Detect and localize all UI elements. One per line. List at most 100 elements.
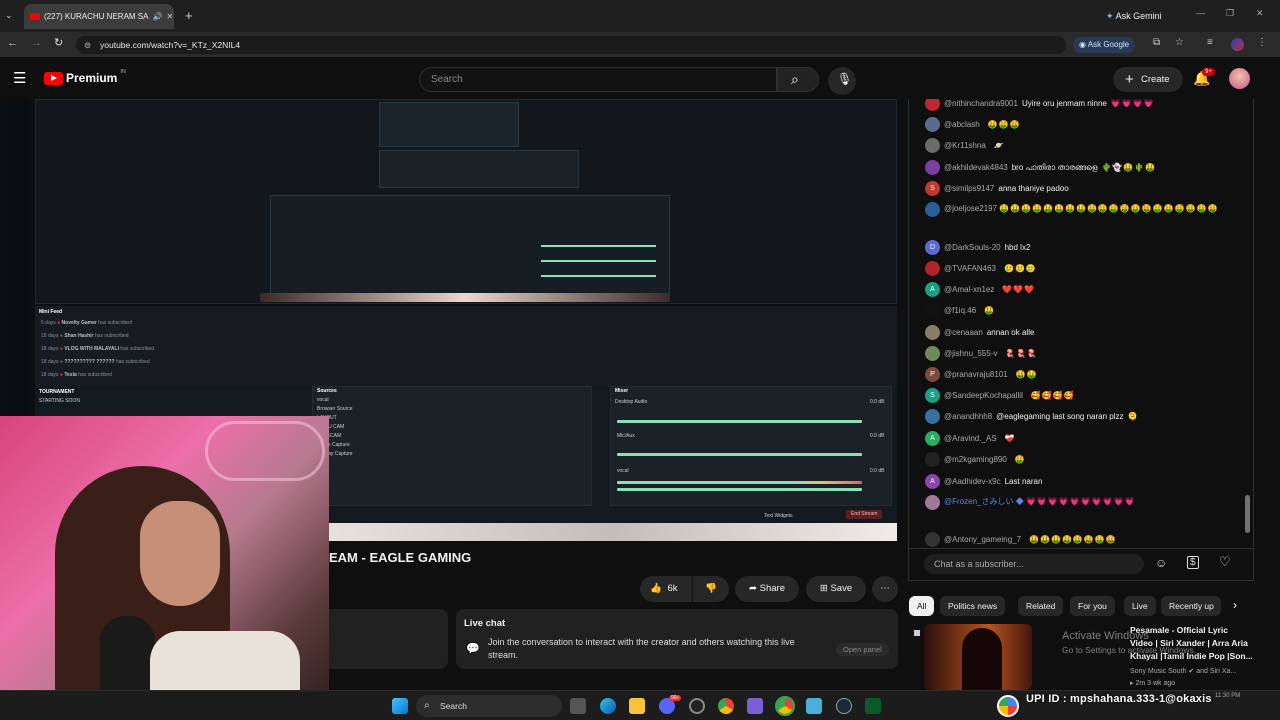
chips-next-icon[interactable]: › xyxy=(1233,598,1237,612)
browser-tab[interactable]: (227) KURACHU NERAM SA 🔊 ✕ xyxy=(24,4,174,29)
author-avatar xyxy=(925,261,940,276)
app-icon[interactable] xyxy=(689,698,705,714)
author-name[interactable]: @SandeepKochapallil xyxy=(944,391,1023,400)
message-emoji: 💗💗💗💗 xyxy=(1110,99,1155,108)
ask-google-button[interactable]: ◉ Ask Google xyxy=(1073,37,1136,53)
message-emoji: 🤑 xyxy=(984,306,996,315)
author-name[interactable]: @anandhhh8 xyxy=(944,412,992,421)
chip-recently-uploaded[interactable]: Recently up xyxy=(1161,596,1221,616)
reload-icon[interactable]: ↻ xyxy=(54,36,63,49)
chat-input[interactable]: Chat as a subscriber... xyxy=(924,554,1144,574)
recommended-title[interactable]: Pesamale - Official Lyric Video | Siri X… xyxy=(1130,624,1260,663)
chip-politics-news[interactable]: Politics news xyxy=(940,596,1006,616)
windows-start-icon[interactable] xyxy=(392,698,408,714)
tab-close-icon[interactable]: ✕ xyxy=(166,12,173,21)
live-chat-list[interactable]: @nithinchandra9001 Uyire oru jenmam ninn… xyxy=(908,99,1254,549)
chat-scrollbar[interactable] xyxy=(1245,495,1250,533)
url-text: youtube.com/watch?v=_KTz_X2NIL4 xyxy=(100,40,241,50)
chrome-icon[interactable] xyxy=(718,698,734,714)
author-name[interactable]: @Aravind._AS xyxy=(944,434,997,443)
edge-icon[interactable] xyxy=(600,698,616,714)
extensions-icon[interactable]: ≡ xyxy=(1207,37,1213,48)
author-name[interactable]: @joeljose2197 xyxy=(944,204,997,213)
author-name[interactable]: @TVAFAN463 xyxy=(944,264,996,273)
author-name[interactable]: @akhildevak4843 xyxy=(944,163,1008,172)
maximize-icon[interactable]: ❐ xyxy=(1226,8,1234,19)
youtube-play-icon xyxy=(44,71,63,85)
save-button[interactable]: ⊞ Save xyxy=(806,576,866,602)
profile-avatar[interactable] xyxy=(1231,38,1244,51)
file-explorer-icon[interactable] xyxy=(629,698,645,714)
recommended-thumbnail[interactable] xyxy=(924,624,1032,690)
verified-icon: ✔ xyxy=(1188,668,1195,675)
steam-icon[interactable] xyxy=(836,698,852,714)
search-input[interactable]: Search xyxy=(419,67,777,92)
author-avatar xyxy=(925,495,940,510)
author-name[interactable]: @abclash xyxy=(944,120,980,129)
create-button[interactable]: + Create xyxy=(1113,67,1183,92)
mixer-channel-name: Mic/Aux xyxy=(617,433,635,439)
back-icon[interactable]: ← xyxy=(7,37,18,49)
author-avatar: S xyxy=(925,181,940,196)
author-name[interactable]: @Antony_gameing_7 xyxy=(944,535,1021,544)
chat-input-bar: Chat as a subscriber... ☺ $ ♡ xyxy=(908,549,1254,581)
emoji-icon[interactable]: ☺ xyxy=(1155,556,1167,570)
author-name[interactable]: @jishnu_555-v xyxy=(944,349,997,358)
search-button[interactable]: ⌕ xyxy=(777,67,819,92)
author-name[interactable]: @Amal-xn1ez xyxy=(944,285,994,294)
bookmark-star-icon[interactable]: ☆ xyxy=(1175,37,1184,48)
more-actions-button[interactable]: ⋯ xyxy=(872,576,898,602)
url-field[interactable]: ⊜ youtube.com/watch?v=_KTz_X2NIL4 xyxy=(76,36,1066,54)
author-name[interactable]: @Aadhidev-x9c xyxy=(944,477,1001,486)
author-name[interactable]: @Kr11shna xyxy=(944,141,986,150)
chrome-profile-icon[interactable] xyxy=(775,696,795,716)
share-button[interactable]: ➦ Share xyxy=(735,576,799,602)
live-indicator-icon: ▸ xyxy=(1130,680,1134,687)
notepad-icon[interactable] xyxy=(806,698,822,714)
open-panel-button[interactable]: Open panel xyxy=(836,643,889,656)
obs-preview-panel xyxy=(35,99,897,304)
author-name[interactable]: @DarkSouls-20 xyxy=(944,243,1001,252)
install-icon[interactable]: ⧉ xyxy=(1153,37,1160,48)
browser-menu-icon[interactable]: ⋮ xyxy=(1257,37,1267,48)
app-icon[interactable] xyxy=(865,698,881,714)
minimize-icon[interactable]: — xyxy=(1196,8,1205,18)
hamburger-menu-icon[interactable]: ☰ xyxy=(13,69,26,87)
user-avatar[interactable] xyxy=(1229,68,1250,89)
author-name[interactable]: @cenaaan xyxy=(944,328,983,337)
chip-for-you[interactable]: For you xyxy=(1070,596,1115,616)
new-tab-icon[interactable]: + xyxy=(185,8,193,23)
save-label: Save xyxy=(830,583,853,594)
region-label: IN xyxy=(120,69,126,75)
audio-icon[interactable]: 🔊 xyxy=(152,12,162,21)
heart-icon[interactable]: ♡ xyxy=(1219,554,1231,570)
chip-related[interactable]: Related xyxy=(1018,596,1064,616)
close-window-icon[interactable]: ✕ xyxy=(1256,8,1264,19)
nested-meter-c xyxy=(541,275,656,277)
ask-google-label: Ask Google xyxy=(1087,40,1130,49)
description-box[interactable] xyxy=(329,609,448,669)
task-view-icon[interactable] xyxy=(570,698,586,714)
app-icon[interactable] xyxy=(747,698,763,714)
author-name[interactable]: @f1iq.46 xyxy=(944,306,976,315)
voice-search-button[interactable]: 🎙 xyxy=(828,67,856,95)
author-name[interactable]: @Frozen_さみしい xyxy=(944,497,1013,506)
chip-live[interactable]: Live xyxy=(1124,596,1156,616)
youtube-logo[interactable]: Premium IN xyxy=(44,69,126,85)
chip-all[interactable]: All xyxy=(909,596,935,616)
tab-search-icon[interactable]: ⌄ xyxy=(5,10,17,22)
author-name[interactable]: @m2kgaming890 xyxy=(944,455,1007,464)
taskbar-search[interactable]: ⌕ Search xyxy=(416,695,562,717)
site-info-icon[interactable]: ⊜ xyxy=(84,36,91,54)
author-name[interactable]: @pranavraju8101 xyxy=(944,370,1008,379)
save-icon: ⊞ xyxy=(819,583,828,594)
recommended-video[interactable]: Activate Windows Go to Settings to activ… xyxy=(908,624,1254,690)
ask-gemini-button[interactable]: ✦ Ask Gemini xyxy=(1100,8,1168,24)
super-chat-icon[interactable]: $ xyxy=(1187,556,1199,569)
like-button[interactable]: 👍 6k xyxy=(640,576,692,602)
dislike-button[interactable]: 👎 xyxy=(693,576,729,602)
author-name[interactable]: @nithinchandra9001 xyxy=(944,99,1018,108)
author-name[interactable]: @similps9147 xyxy=(944,184,994,193)
forward-icon[interactable]: → xyxy=(31,37,42,49)
channel-name[interactable]: Sony Music South xyxy=(1130,668,1186,675)
